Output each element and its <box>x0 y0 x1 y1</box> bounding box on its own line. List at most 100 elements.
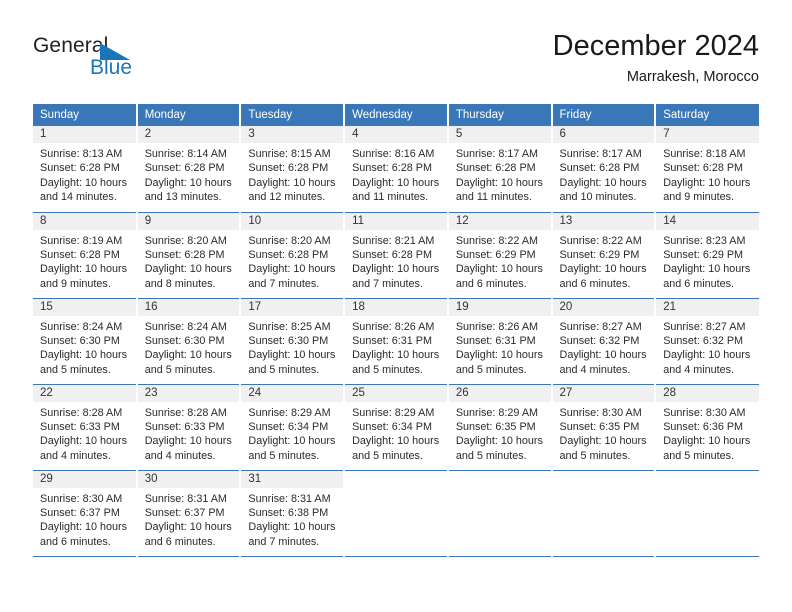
day-number: 28 <box>656 384 759 402</box>
calendar-day-cell[interactable]: 20 Sunrise: 8:27 AM Sunset: 6:32 PM Dayligh… <box>551 298 657 385</box>
day-details <box>345 488 447 492</box>
day-number: 15 <box>33 298 136 316</box>
calendar-day-cell[interactable]: 8 Sunrise: 8:19 AM Sunset: 6:28 PM Daylight… <box>33 212 138 299</box>
calendar-day-cell[interactable]: 14 Sunrise: 8:23 AM Sunset: 6:29 PM Dayligh… <box>655 212 759 299</box>
day-cell-content: 3 Sunrise: 8:15 AM Sunset: 6:28 PM Daylight… <box>241 126 344 212</box>
sunrise-text: Sunrise: 8:28 AM <box>144 406 227 419</box>
sunrise-text: Sunrise: 8:23 AM <box>663 234 746 247</box>
calendar-day-cell[interactable]: 17 Sunrise: 8:25 AM Sunset: 6:30 PM Dayligh… <box>240 298 346 385</box>
calendar-day-cell[interactable]: 18 Sunrise: 8:26 AM Sunset: 6:31 PM Dayligh… <box>344 298 449 385</box>
calendar-day-cell[interactable]: 30 Sunrise: 8:31 AM Sunset: 6:37 PM Dayligh… <box>136 470 242 557</box>
calendar-day-cell[interactable]: 2 Sunrise: 8:14 AM Sunset: 6:28 PM Daylight… <box>136 126 242 213</box>
daylight-text: Daylight: 10 hours and 4 minutes. <box>663 349 751 376</box>
day-cell-content: 27 Sunrise: 8:30 AM Sunset: 6:35 PM Dayligh… <box>552 384 655 470</box>
daylight-text: Daylight: 10 hours and 5 minutes. <box>352 349 440 376</box>
calendar-day-cell[interactable]: 6 Sunrise: 8:17 AM Sunset: 6:28 PM Daylight… <box>551 126 657 213</box>
day-details: Sunrise: 8:17 AM Sunset: 6:28 PM Daylight:… <box>449 143 551 205</box>
calendar-day-cell[interactable]: 22 Sunrise: 8:28 AM Sunset: 6:33 PM Dayligh… <box>33 384 138 471</box>
day-cell-content: 31 Sunrise: 8:31 AM Sunset: 6:38 PM Dayligh… <box>241 470 344 556</box>
day-cell-content: 8 Sunrise: 8:19 AM Sunset: 6:28 PM Daylight… <box>33 212 136 298</box>
calendar-day-cell[interactable]: 31 Sunrise: 8:31 AM Sunset: 6:38 PM Dayligh… <box>240 470 346 557</box>
day-number: 8 <box>33 212 136 230</box>
calendar-day-cell[interactable]: 25 Sunrise: 8:29 AM Sunset: 6:34 PM Dayligh… <box>344 384 449 471</box>
sunset-text: Sunset: 6:29 PM <box>455 248 536 261</box>
sunset-text: Sunset: 6:30 PM <box>144 334 225 347</box>
daylight-text: Daylight: 10 hours and 5 minutes. <box>352 435 440 462</box>
sunrise-text: Sunrise: 8:20 AM <box>144 234 227 247</box>
calendar-page: General Blue December 2024 Marrakesh, Mo… <box>0 0 792 612</box>
calendar-day-cell[interactable]: 28 Sunrise: 8:30 AM Sunset: 6:36 PM Dayligh… <box>655 384 759 471</box>
calendar-day-cell[interactable]: 5 Sunrise: 8:17 AM Sunset: 6:28 PM Daylight… <box>447 126 553 213</box>
sunset-text: Sunset: 6:35 PM <box>559 420 640 433</box>
calendar-day-cell[interactable]: 24 Sunrise: 8:29 AM Sunset: 6:34 PM Dayligh… <box>240 384 346 471</box>
daylight-text: Daylight: 10 hours and 4 minutes. <box>144 435 232 462</box>
day-number: 17 <box>241 298 344 316</box>
day-details: Sunrise: 8:17 AM Sunset: 6:28 PM Daylight:… <box>553 143 655 205</box>
day-cell-content: 23 Sunrise: 8:28 AM Sunset: 6:33 PM Dayligh… <box>137 384 240 470</box>
sunrise-text: Sunrise: 8:26 AM <box>352 320 435 333</box>
calendar-day-cell[interactable]: 12 Sunrise: 8:22 AM Sunset: 6:29 PM Dayligh… <box>447 212 553 299</box>
calendar-day-cell[interactable]: 7 Sunrise: 8:18 AM Sunset: 6:28 PM Daylight… <box>655 126 759 213</box>
calendar-day-cell[interactable]: 16 Sunrise: 8:24 AM Sunset: 6:30 PM Dayligh… <box>136 298 242 385</box>
sunrise-text: Sunrise: 8:16 AM <box>352 148 435 160</box>
day-details: Sunrise: 8:27 AM Sunset: 6:32 PM Daylight:… <box>656 316 759 378</box>
page-header: General Blue December 2024 Marrakesh, Mo… <box>33 28 759 96</box>
day-number <box>345 471 447 488</box>
day-details: Sunrise: 8:28 AM Sunset: 6:33 PM Daylight:… <box>138 402 240 464</box>
calendar-body: 1 Sunrise: 8:13 AM Sunset: 6:28 PM Daylight… <box>33 126 759 557</box>
day-cell-content: 28 Sunrise: 8:30 AM Sunset: 6:36 PM Dayligh… <box>656 384 759 470</box>
sunset-text: Sunset: 6:31 PM <box>455 334 536 347</box>
calendar-day-cell[interactable]: 26 Sunrise: 8:29 AM Sunset: 6:35 PM Dayligh… <box>447 384 553 471</box>
sunrise-text: Sunrise: 8:22 AM <box>559 234 642 247</box>
calendar-day-cell[interactable]: 21 Sunrise: 8:27 AM Sunset: 6:32 PM Dayligh… <box>655 298 759 385</box>
day-details: Sunrise: 8:24 AM Sunset: 6:30 PM Daylight:… <box>138 316 240 378</box>
day-cell-content: 6 Sunrise: 8:17 AM Sunset: 6:28 PM Daylight… <box>552 126 655 212</box>
general-blue-logo[interactable]: General Blue <box>33 34 253 90</box>
day-cell-content: 21 Sunrise: 8:27 AM Sunset: 6:32 PM Dayligh… <box>656 298 759 384</box>
calendar-day-cell[interactable]: 19 Sunrise: 8:26 AM Sunset: 6:31 PM Dayligh… <box>447 298 553 385</box>
calendar-header-row: Sunday Monday Tuesday Wednesday Thursday… <box>33 104 759 126</box>
daylight-text: Daylight: 10 hours and 8 minutes. <box>144 263 232 290</box>
day-number: 11 <box>345 212 447 230</box>
calendar-day-cell[interactable]: 11 Sunrise: 8:21 AM Sunset: 6:28 PM Dayligh… <box>344 212 449 299</box>
day-cell-content: 9 Sunrise: 8:20 AM Sunset: 6:28 PM Daylight… <box>137 212 240 298</box>
day-number: 18 <box>345 298 447 316</box>
day-cell-content <box>345 471 447 556</box>
day-details: Sunrise: 8:22 AM Sunset: 6:29 PM Daylight:… <box>449 230 551 292</box>
calendar-day-cell[interactable]: 15 Sunrise: 8:24 AM Sunset: 6:30 PM Dayligh… <box>33 298 138 385</box>
daylight-text: Daylight: 10 hours and 5 minutes. <box>455 435 543 462</box>
daylight-text: Daylight: 10 hours and 4 minutes. <box>559 349 647 376</box>
calendar-day-cell[interactable]: 9 Sunrise: 8:20 AM Sunset: 6:28 PM Daylight… <box>136 212 242 299</box>
daylight-text: Daylight: 10 hours and 6 minutes. <box>455 263 543 290</box>
day-details: Sunrise: 8:14 AM Sunset: 6:28 PM Daylight:… <box>138 143 240 205</box>
sunrise-text: Sunrise: 8:24 AM <box>144 320 227 333</box>
calendar-day-cell[interactable]: 1 Sunrise: 8:13 AM Sunset: 6:28 PM Daylight… <box>33 126 138 213</box>
day-cell-content: 15 Sunrise: 8:24 AM Sunset: 6:30 PM Dayligh… <box>33 298 136 384</box>
sunrise-text: Sunrise: 8:30 AM <box>40 492 123 505</box>
sunset-text: Sunset: 6:28 PM <box>144 248 225 261</box>
sunset-text: Sunset: 6:28 PM <box>144 162 225 175</box>
daylight-text: Daylight: 10 hours and 7 minutes. <box>248 263 336 290</box>
calendar-day-cell[interactable]: 29 Sunrise: 8:30 AM Sunset: 6:37 PM Dayligh… <box>33 470 138 557</box>
daylight-text: Daylight: 10 hours and 5 minutes. <box>663 435 751 462</box>
day-cell-content: 10 Sunrise: 8:20 AM Sunset: 6:28 PM Dayligh… <box>241 212 344 298</box>
calendar-day-cell[interactable]: 23 Sunrise: 8:28 AM Sunset: 6:33 PM Dayligh… <box>136 384 242 471</box>
calendar-day-cell[interactable]: 10 Sunrise: 8:20 AM Sunset: 6:28 PM Dayligh… <box>240 212 346 299</box>
day-number: 5 <box>448 126 551 143</box>
title-block: December 2024 Marrakesh, Morocco <box>553 28 759 88</box>
sunrise-text: Sunrise: 8:31 AM <box>144 492 227 505</box>
daylight-text: Daylight: 10 hours and 11 minutes. <box>455 176 543 204</box>
calendar-week-row: 8 Sunrise: 8:19 AM Sunset: 6:28 PM Daylight… <box>33 212 759 299</box>
sunrise-text: Sunrise: 8:17 AM <box>559 148 642 160</box>
day-details: Sunrise: 8:26 AM Sunset: 6:31 PM Daylight:… <box>449 316 551 378</box>
calendar-day-cell[interactable]: 13 Sunrise: 8:22 AM Sunset: 6:29 PM Dayligh… <box>551 212 657 299</box>
calendar-day-cell[interactable]: 3 Sunrise: 8:15 AM Sunset: 6:28 PM Daylight… <box>240 126 346 213</box>
calendar-day-cell[interactable]: 4 Sunrise: 8:16 AM Sunset: 6:28 PM Daylight… <box>344 126 449 213</box>
sunset-text: Sunset: 6:32 PM <box>663 334 744 347</box>
sunset-text: Sunset: 6:28 PM <box>248 248 329 261</box>
sunrise-text: Sunrise: 8:19 AM <box>40 234 123 247</box>
calendar-day-cell[interactable]: 27 Sunrise: 8:30 AM Sunset: 6:35 PM Dayligh… <box>551 384 657 471</box>
daylight-text: Daylight: 10 hours and 5 minutes. <box>40 349 128 376</box>
weekday-header-tuesday: Tuesday <box>240 104 346 126</box>
day-number: 19 <box>448 298 551 316</box>
